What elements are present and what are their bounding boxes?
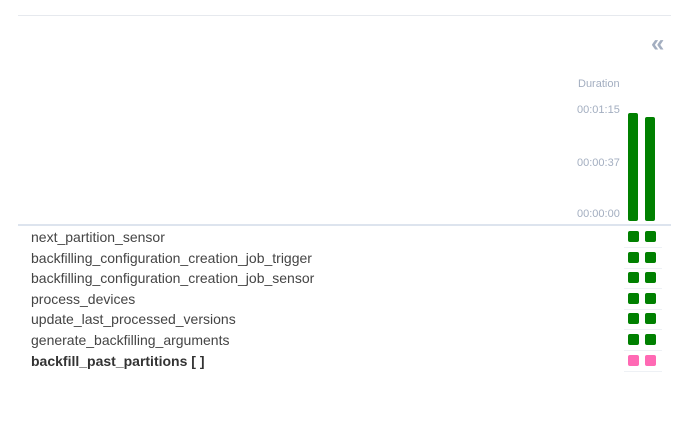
task-instance-square[interactable]	[645, 272, 656, 283]
task-instance-square[interactable]	[628, 231, 639, 242]
task-name[interactable]: backfilling_configuration_creation_job_s…	[31, 269, 314, 287]
task-row[interactable]: backfill_past_partitions [ ]	[18, 351, 671, 372]
task-instance-cells	[624, 309, 662, 330]
task-row[interactable]: update_last_processed_versions	[18, 309, 671, 330]
header-divider	[18, 224, 671, 226]
task-instance-square[interactable]	[645, 355, 656, 366]
task-instance-cells	[624, 268, 662, 289]
run-duration-bar[interactable]	[645, 117, 655, 221]
task-instance-square[interactable]	[645, 334, 656, 345]
task-group-name[interactable]: backfill_past_partitions [ ]	[31, 352, 204, 370]
task-name[interactable]: backfilling_configuration_creation_job_t…	[31, 249, 312, 267]
task-instance-cells	[624, 289, 662, 310]
task-name[interactable]: generate_backfilling_arguments	[31, 331, 229, 349]
task-instance-square[interactable]	[628, 355, 639, 366]
task-row[interactable]: process_devices	[18, 289, 671, 310]
duration-axis-tick-max: 00:01:15	[577, 104, 620, 116]
task-instance-square[interactable]	[645, 252, 656, 263]
task-name[interactable]: next_partition_sensor	[31, 228, 165, 246]
duration-axis-tick-mid: 00:00:37	[577, 157, 620, 169]
grid-view: « Duration 00:01:15 00:00:37 00:00:00 ne…	[0, 0, 673, 421]
task-instance-square[interactable]	[628, 272, 639, 283]
task-row[interactable]: next_partition_sensor	[18, 227, 671, 248]
duration-label: Duration	[578, 78, 620, 90]
task-instance-square[interactable]	[628, 313, 639, 324]
top-divider	[18, 15, 671, 16]
task-instance-square[interactable]	[628, 293, 639, 304]
task-instance-cells	[624, 248, 662, 269]
task-instance-square[interactable]	[628, 334, 639, 345]
duration-axis-tick-min: 00:00:00	[577, 208, 620, 220]
task-instance-square[interactable]	[628, 252, 639, 263]
task-name[interactable]: update_last_processed_versions	[31, 310, 236, 328]
task-instance-square[interactable]	[645, 231, 656, 242]
run-duration-bar[interactable]	[628, 113, 638, 221]
task-instance-cells	[624, 330, 662, 351]
task-instance-cells	[624, 227, 662, 248]
task-row[interactable]: backfilling_configuration_creation_job_s…	[18, 268, 671, 289]
task-instance-square[interactable]	[645, 293, 656, 304]
task-instance-square[interactable]	[645, 313, 656, 324]
task-row[interactable]: generate_backfilling_arguments	[18, 330, 671, 351]
double-chevron-left-icon[interactable]: «	[651, 32, 664, 56]
task-row[interactable]: backfilling_configuration_creation_job_t…	[18, 248, 671, 269]
task-name[interactable]: process_devices	[31, 290, 135, 308]
task-instance-cells	[624, 351, 662, 372]
